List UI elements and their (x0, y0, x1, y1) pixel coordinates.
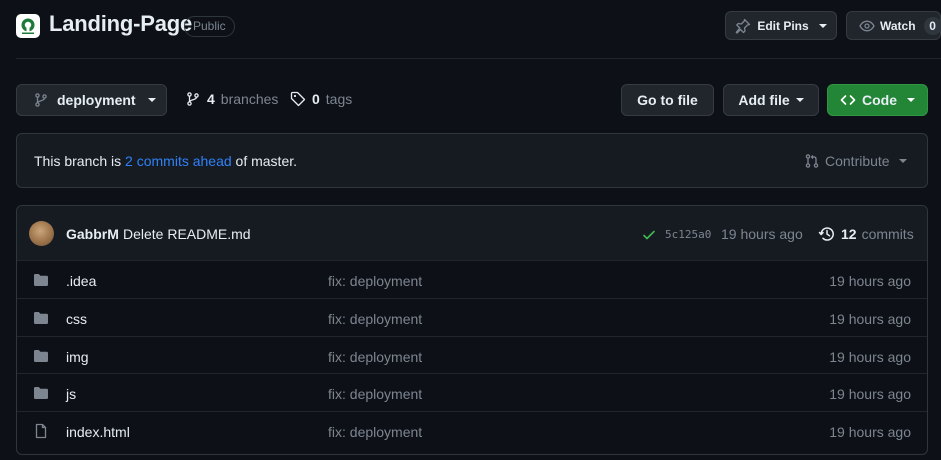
file-row[interactable]: .idea fix: deployment 19 hours ago (17, 260, 927, 298)
chevron-down-icon (795, 98, 804, 102)
add-file-button[interactable]: Add file (723, 84, 819, 116)
file-name[interactable]: index.html (66, 424, 130, 440)
avatar[interactable] (29, 221, 54, 246)
watch-label: Watch (880, 18, 916, 33)
file-commit-time: 19 hours ago (829, 424, 911, 440)
commit-author[interactable]: GabbrM (66, 226, 119, 242)
file-commit-message[interactable]: fix: deployment (328, 386, 422, 402)
contribute-label: Contribute (825, 153, 890, 169)
file-row[interactable]: js fix: deployment 19 hours ago (17, 373, 927, 411)
ahead-suffix: of master. (231, 153, 298, 169)
edit-pins-button[interactable]: Edit Pins (725, 11, 837, 40)
header-divider (16, 58, 941, 59)
branches-link[interactable]: 4 branches (185, 91, 278, 107)
edit-pins-label: Edit Pins (757, 18, 809, 33)
commits-label: commits (861, 226, 914, 242)
file-row[interactable]: css fix: deployment 19 hours ago (17, 298, 927, 336)
pull-request-icon (804, 153, 820, 169)
contribute-dropdown[interactable]: Contribute (804, 153, 907, 169)
tags-count: 0 (312, 91, 320, 107)
file-name[interactable]: img (66, 349, 89, 365)
file-commit-message[interactable]: fix: deployment (328, 311, 422, 327)
folder-icon (33, 385, 49, 401)
code-button[interactable]: Code (827, 84, 928, 116)
branch-ahead-notice: This branch is 2 commits ahead of master… (16, 133, 928, 188)
file-commit-message[interactable]: fix: deployment (328, 349, 422, 365)
chevron-down-icon (818, 23, 827, 28)
file-browser: GabbrM Delete README.md 5c125a0 19 hours… (16, 205, 928, 455)
history-icon (818, 225, 836, 243)
file-icon (33, 423, 49, 439)
pin-icon (735, 18, 751, 34)
file-commit-time: 19 hours ago (829, 386, 911, 402)
chevron-down-icon (147, 98, 156, 102)
code-label: Code (862, 92, 897, 108)
commit-sha[interactable]: 5c125a0 (665, 228, 711, 241)
file-name[interactable]: css (66, 311, 87, 327)
eye-icon (859, 18, 875, 34)
file-commit-message[interactable]: fix: deployment (328, 424, 422, 440)
visibility-badge: Public (184, 16, 235, 37)
file-commit-time: 19 hours ago (829, 273, 911, 289)
repo-logo-icon (16, 14, 40, 38)
commits-count: 12 (841, 226, 857, 242)
go-to-file-button[interactable]: Go to file (621, 84, 714, 116)
file-commit-time: 19 hours ago (829, 311, 911, 327)
folder-icon (33, 272, 49, 288)
tags-link[interactable]: 0 tags (290, 91, 352, 107)
git-branch-icon (33, 92, 49, 108)
commits-ahead-link[interactable]: 2 commits ahead (125, 153, 232, 169)
branches-label: branches (220, 91, 279, 107)
commit-time: 19 hours ago (721, 226, 803, 242)
branches-count: 4 (207, 91, 215, 107)
tags-label: tags (325, 91, 353, 107)
add-file-label: Add file (738, 92, 790, 108)
commits-history-link[interactable]: 12 commits (818, 225, 914, 243)
file-commit-time: 19 hours ago (829, 349, 911, 365)
file-name[interactable]: js (66, 386, 76, 402)
file-name[interactable]: .idea (66, 273, 96, 289)
ahead-message: This branch is 2 commits ahead of master… (34, 153, 297, 169)
check-icon[interactable] (641, 227, 657, 243)
branch-selector[interactable]: deployment (16, 84, 167, 116)
file-row[interactable]: index.html fix: deployment 19 hours ago (17, 411, 927, 449)
chevron-down-icon (898, 159, 907, 163)
folder-icon (33, 310, 49, 326)
commit-message[interactable]: Delete README.md (123, 226, 251, 242)
file-commit-message[interactable]: fix: deployment (328, 273, 422, 289)
ahead-prefix: This branch is (34, 153, 126, 169)
watch-button[interactable]: Watch 0 (846, 11, 941, 40)
tag-icon (290, 91, 306, 107)
chevron-down-icon (907, 98, 915, 102)
latest-commit-bar: GabbrM Delete README.md 5c125a0 19 hours… (17, 206, 927, 261)
repo-name[interactable]: Landing-Page (49, 11, 192, 37)
watch-count: 0 (923, 16, 941, 35)
git-branch-icon (185, 91, 201, 107)
file-row[interactable]: img fix: deployment 19 hours ago (17, 336, 927, 374)
code-icon (840, 92, 856, 108)
branch-name: deployment (57, 92, 136, 108)
folder-icon (33, 348, 49, 364)
